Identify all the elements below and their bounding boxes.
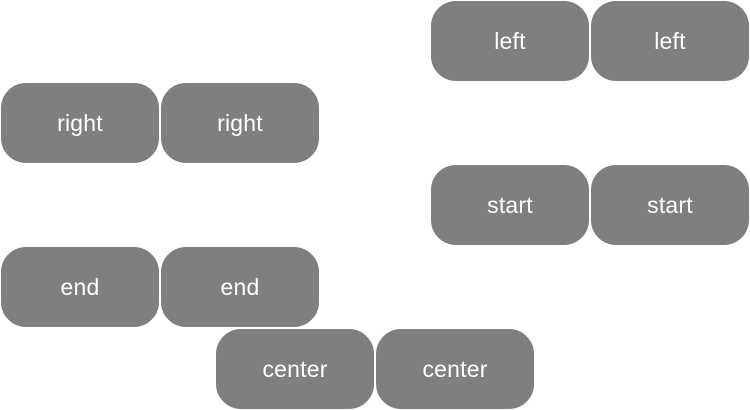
row-end: end end [0,246,320,328]
left-button-1[interactable]: left [430,0,590,82]
row-right: right right [0,82,320,164]
center-button-1[interactable]: center [215,328,375,410]
row-left: left left [430,0,750,82]
end-button-1[interactable]: end [0,246,160,328]
left-button-2[interactable]: left [590,0,750,82]
end-button-2[interactable]: end [160,246,320,328]
start-button-2[interactable]: start [590,164,750,246]
start-button-1[interactable]: start [430,164,590,246]
right-button-1[interactable]: right [0,82,160,164]
right-button-2[interactable]: right [160,82,320,164]
row-center: center center [215,328,535,410]
row-start: start start [430,164,750,246]
center-button-2[interactable]: center [375,328,535,410]
